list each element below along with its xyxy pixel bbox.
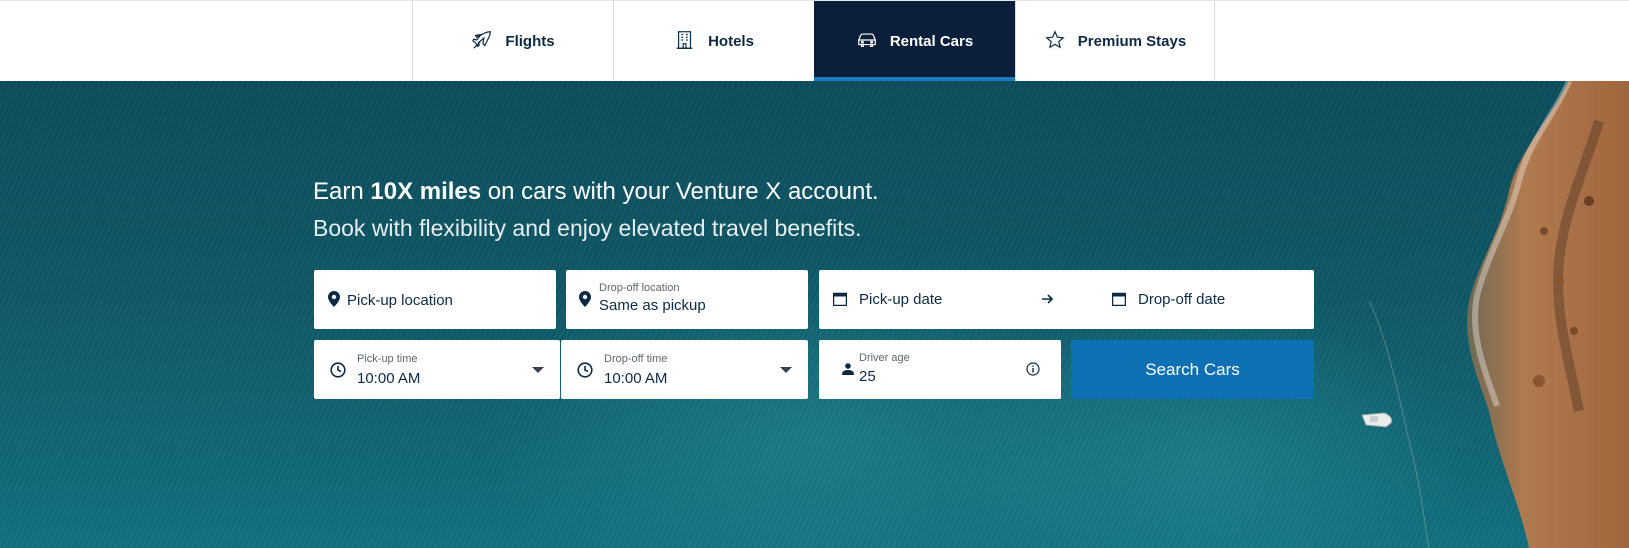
- dropoff-time-label: Drop-off time: [604, 353, 668, 365]
- dropoff-date-placeholder: Drop-off date: [1138, 291, 1226, 308]
- arrow-right-icon: [1042, 293, 1054, 305]
- pickup-time-value: 10:00 AM: [357, 370, 421, 387]
- location-pin-icon: [579, 291, 591, 307]
- star-icon: [1044, 29, 1066, 55]
- boat-image: [1361, 412, 1393, 428]
- tab-flights[interactable]: Flights: [412, 1, 613, 82]
- dropoff-location-label: Drop-off location: [599, 282, 680, 294]
- headline-prefix: Earn: [313, 178, 371, 205]
- person-icon: [842, 363, 854, 375]
- info-icon[interactable]: [1026, 362, 1040, 376]
- driver-age-label: Driver age: [859, 352, 910, 364]
- top-nav: Flights Hotels Rental Cars Premium Stays: [0, 0, 1629, 82]
- pickup-date-placeholder: Pick-up date: [859, 291, 943, 308]
- hero-background: [0, 81, 1629, 548]
- tab-label: Hotels: [708, 33, 754, 50]
- tab-hotels[interactable]: Hotels: [613, 1, 814, 82]
- driver-age-input[interactable]: Driver age 25: [819, 340, 1061, 399]
- headline-suffix: on cars with your Venture X account.: [481, 178, 879, 205]
- airplane-icon: [471, 29, 493, 55]
- hero-subline: Book with flexibility and enjoy elevated…: [313, 215, 862, 241]
- pickup-location-input[interactable]: Pick-up location: [314, 270, 556, 329]
- dropoff-date-input[interactable]: Drop-off date: [1084, 270, 1314, 329]
- dropoff-location-value: Same as pickup: [599, 297, 706, 314]
- pickup-location-placeholder: Pick-up location: [347, 292, 453, 309]
- pickup-time-select[interactable]: Pick-up time 10:00 AM: [314, 340, 560, 399]
- clock-icon: [577, 362, 593, 378]
- tab-rental-cars[interactable]: Rental Cars: [814, 1, 1015, 82]
- dropoff-time-value: 10:00 AM: [604, 370, 668, 387]
- tab-label: Flights: [505, 33, 555, 50]
- coastline-image: [1369, 81, 1629, 548]
- calendar-icon: [833, 292, 847, 306]
- chevron-down-icon: [780, 367, 792, 373]
- dropoff-time-select[interactable]: Drop-off time 10:00 AM: [561, 340, 808, 399]
- search-cars-button[interactable]: Search Cars: [1071, 340, 1314, 399]
- pickup-date-input[interactable]: Pick-up date: [819, 270, 1049, 329]
- chevron-down-icon: [532, 367, 544, 373]
- car-icon: [856, 29, 878, 55]
- clock-icon: [330, 362, 346, 378]
- driver-age-value: 25: [859, 368, 876, 385]
- date-range-input: Pick-up date Drop-off date: [819, 270, 1314, 329]
- location-pin-icon: [328, 291, 340, 307]
- hotel-building-icon: [674, 29, 696, 55]
- hero-headline: Earn 10X miles on cars with your Venture…: [313, 176, 879, 208]
- tab-label: Premium Stays: [1077, 33, 1187, 50]
- pickup-time-label: Pick-up time: [357, 353, 418, 365]
- headline-highlight: 10X miles: [370, 178, 482, 205]
- calendar-icon: [1112, 292, 1126, 306]
- dropoff-location-input[interactable]: Drop-off location Same as pickup: [566, 270, 808, 329]
- tab-premium-stays[interactable]: Premium Stays: [1015, 1, 1215, 82]
- tab-label: Rental Cars: [889, 33, 974, 50]
